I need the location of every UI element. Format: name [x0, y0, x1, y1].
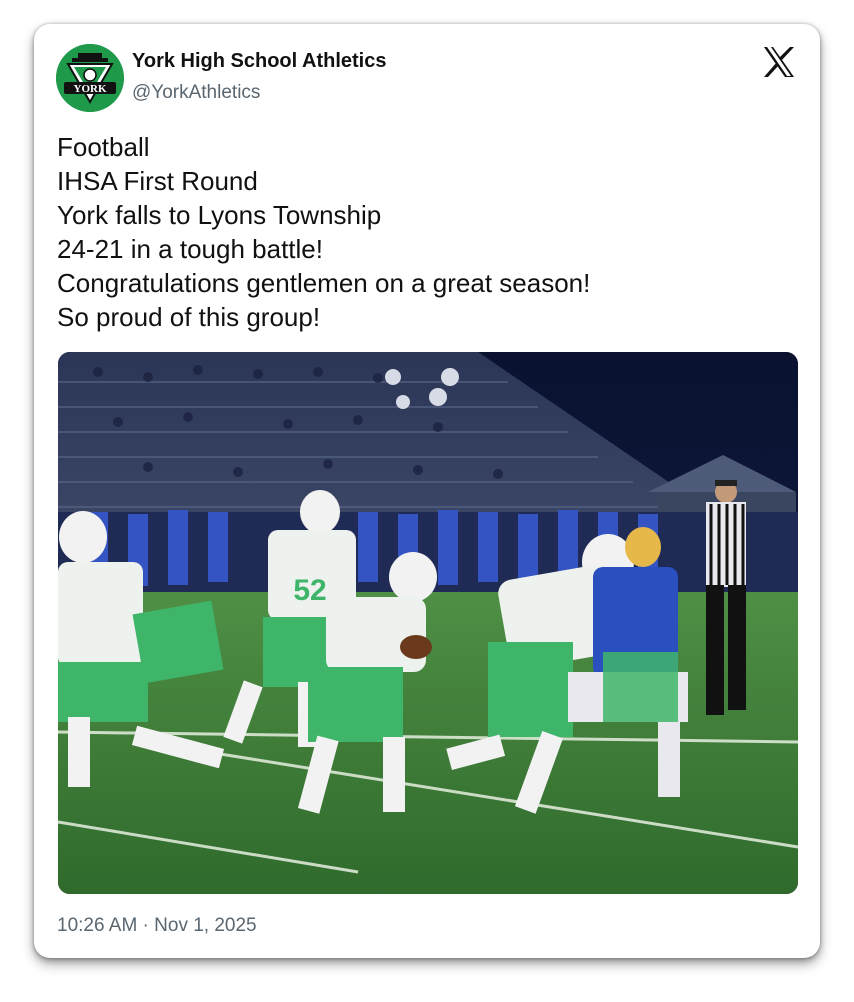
x-logo-icon[interactable] [762, 46, 796, 78]
york-logo-icon: YORK [56, 44, 124, 112]
avatar[interactable]: YORK [56, 44, 124, 112]
account-handle[interactable]: @YorkAthletics [132, 82, 260, 104]
post-line: So proud of this group! [57, 302, 321, 332]
avatar-text: YORK [74, 83, 107, 95]
post-line: Football [57, 132, 150, 162]
account-name[interactable]: York High School Athletics [132, 50, 386, 73]
post-line: Congratulations gentlemen on a great sea… [57, 268, 591, 298]
post-line: 24-21 in a tough battle! [57, 234, 323, 264]
page: YORK York High School Athletics @YorkAth… [0, 0, 854, 1002]
post-line: IHSA First Round [57, 166, 258, 196]
post-text: Football IHSA First Round York falls to … [57, 130, 797, 334]
football-game-photo: 52 [58, 352, 798, 894]
post-photo[interactable]: 52 [58, 352, 798, 894]
svg-text:52: 52 [293, 574, 326, 607]
post-line: York falls to Lyons Township [57, 200, 382, 230]
post-timestamp[interactable]: 10:26 AM · Nov 1, 2025 [57, 915, 257, 937]
post-card: YORK York High School Athletics @YorkAth… [34, 24, 820, 958]
